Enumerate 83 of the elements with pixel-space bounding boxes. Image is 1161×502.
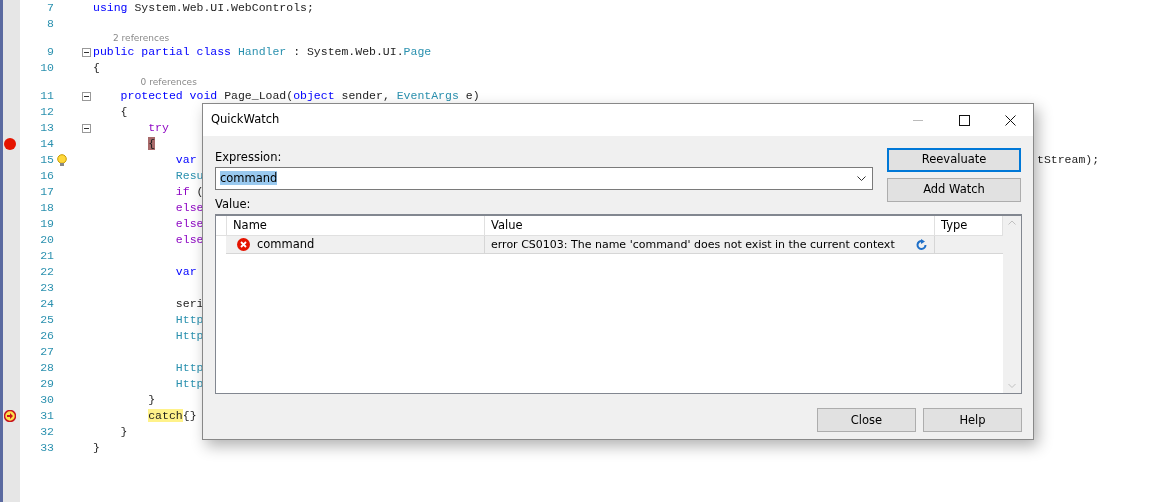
code-token: sender,	[341, 89, 391, 102]
line-number: 11	[39, 88, 54, 105]
line-number: 18	[39, 200, 54, 217]
line-number: 15	[39, 152, 54, 169]
collapse-icon[interactable]	[82, 47, 91, 57]
expression-field[interactable]: command	[215, 167, 873, 190]
line-number: 31	[39, 408, 54, 425]
maximize-icon[interactable]	[958, 114, 970, 126]
code-token: {	[93, 61, 100, 74]
line-number: 12	[39, 104, 54, 121]
line-number: 24	[39, 296, 54, 313]
code-token: }	[120, 425, 128, 438]
code-token: {	[120, 105, 128, 118]
code-token: else	[175, 217, 204, 230]
line-number: 27	[39, 344, 54, 361]
code-token: Resu	[175, 169, 204, 182]
codelens-text: 2 references	[113, 33, 170, 43]
column-header[interactable]: Name	[227, 216, 485, 236]
line-number: 33	[39, 440, 54, 457]
code-token: : System.Web.UI.	[293, 45, 404, 58]
line-number: 29	[39, 376, 54, 393]
code-token: tStream);	[1037, 152, 1100, 168]
dialog-button[interactable]: Reevaluate	[887, 148, 1021, 172]
line-number: 13	[39, 120, 54, 137]
code-token: else	[175, 233, 204, 246]
code-token: Http	[175, 377, 204, 390]
collapse-icon[interactable]	[82, 91, 91, 101]
line-number: 8	[46, 16, 54, 33]
code-token: e)	[465, 89, 480, 102]
dialog-button[interactable]: Close	[817, 408, 916, 433]
code-token: }	[93, 441, 100, 454]
code-token: (	[196, 185, 204, 198]
line-number: 16	[39, 168, 54, 185]
line-number: 9	[46, 44, 54, 61]
line-number: 32	[39, 424, 54, 441]
code-token: if	[175, 185, 190, 198]
code-token: catch	[148, 409, 183, 422]
line-number: 14	[39, 136, 54, 153]
line-number: 22	[39, 264, 54, 281]
window-title: QuickWatch	[211, 111, 281, 129]
code-token: }	[148, 393, 156, 406]
dropdown-icon[interactable]	[857, 175, 866, 182]
line-number: 30	[39, 392, 54, 409]
line-number: 7	[46, 0, 54, 17]
close-icon[interactable]	[1004, 114, 1016, 126]
codelens-text: 0 references	[140, 77, 197, 87]
code-token: else	[175, 201, 204, 214]
code-token: Http	[175, 361, 204, 374]
collapse-icon[interactable]	[82, 123, 91, 133]
line-number: 10	[39, 60, 54, 77]
code-token: System.Web.UI.WebControls;	[134, 1, 314, 14]
variable-value: error CS0103: The name 'command' does not exist in the current context	[491, 236, 896, 253]
code-token: public partial class	[93, 45, 232, 58]
dialog-button[interactable]: Add Watch	[887, 178, 1021, 202]
dialog-button[interactable]: Help	[923, 408, 1022, 433]
line-number: 25	[39, 312, 54, 329]
variable-name: command	[257, 236, 315, 254]
code-token: try	[148, 121, 169, 134]
line-number: 23	[39, 280, 54, 297]
code-token: var	[175, 265, 197, 278]
field-label: Value:	[215, 196, 252, 213]
line-number: 21	[39, 248, 54, 265]
column-header[interactable]: Value	[485, 216, 935, 236]
code-token: using	[93, 1, 128, 14]
code-token: var	[175, 153, 197, 166]
line-number: 26	[39, 328, 54, 345]
line-number: 28	[39, 360, 54, 377]
code-token: Handler	[237, 45, 287, 58]
code-token: seri	[175, 297, 204, 310]
code-token: protected void	[120, 89, 218, 102]
code-token: Http	[175, 313, 204, 326]
line-number: 19	[39, 216, 54, 233]
line-number: 20	[39, 232, 54, 249]
refresh-icon[interactable]	[916, 238, 928, 251]
code-token: Page_Load(	[224, 89, 294, 102]
line-number: 17	[39, 184, 54, 201]
code-token: {	[148, 137, 156, 150]
code-token: Page	[403, 45, 432, 58]
code-token: {}	[182, 409, 197, 422]
code-token: Http	[175, 329, 204, 342]
code-token: object	[293, 89, 335, 102]
field-label: Expression:	[215, 149, 283, 166]
code-token: EventArgs	[396, 89, 459, 102]
